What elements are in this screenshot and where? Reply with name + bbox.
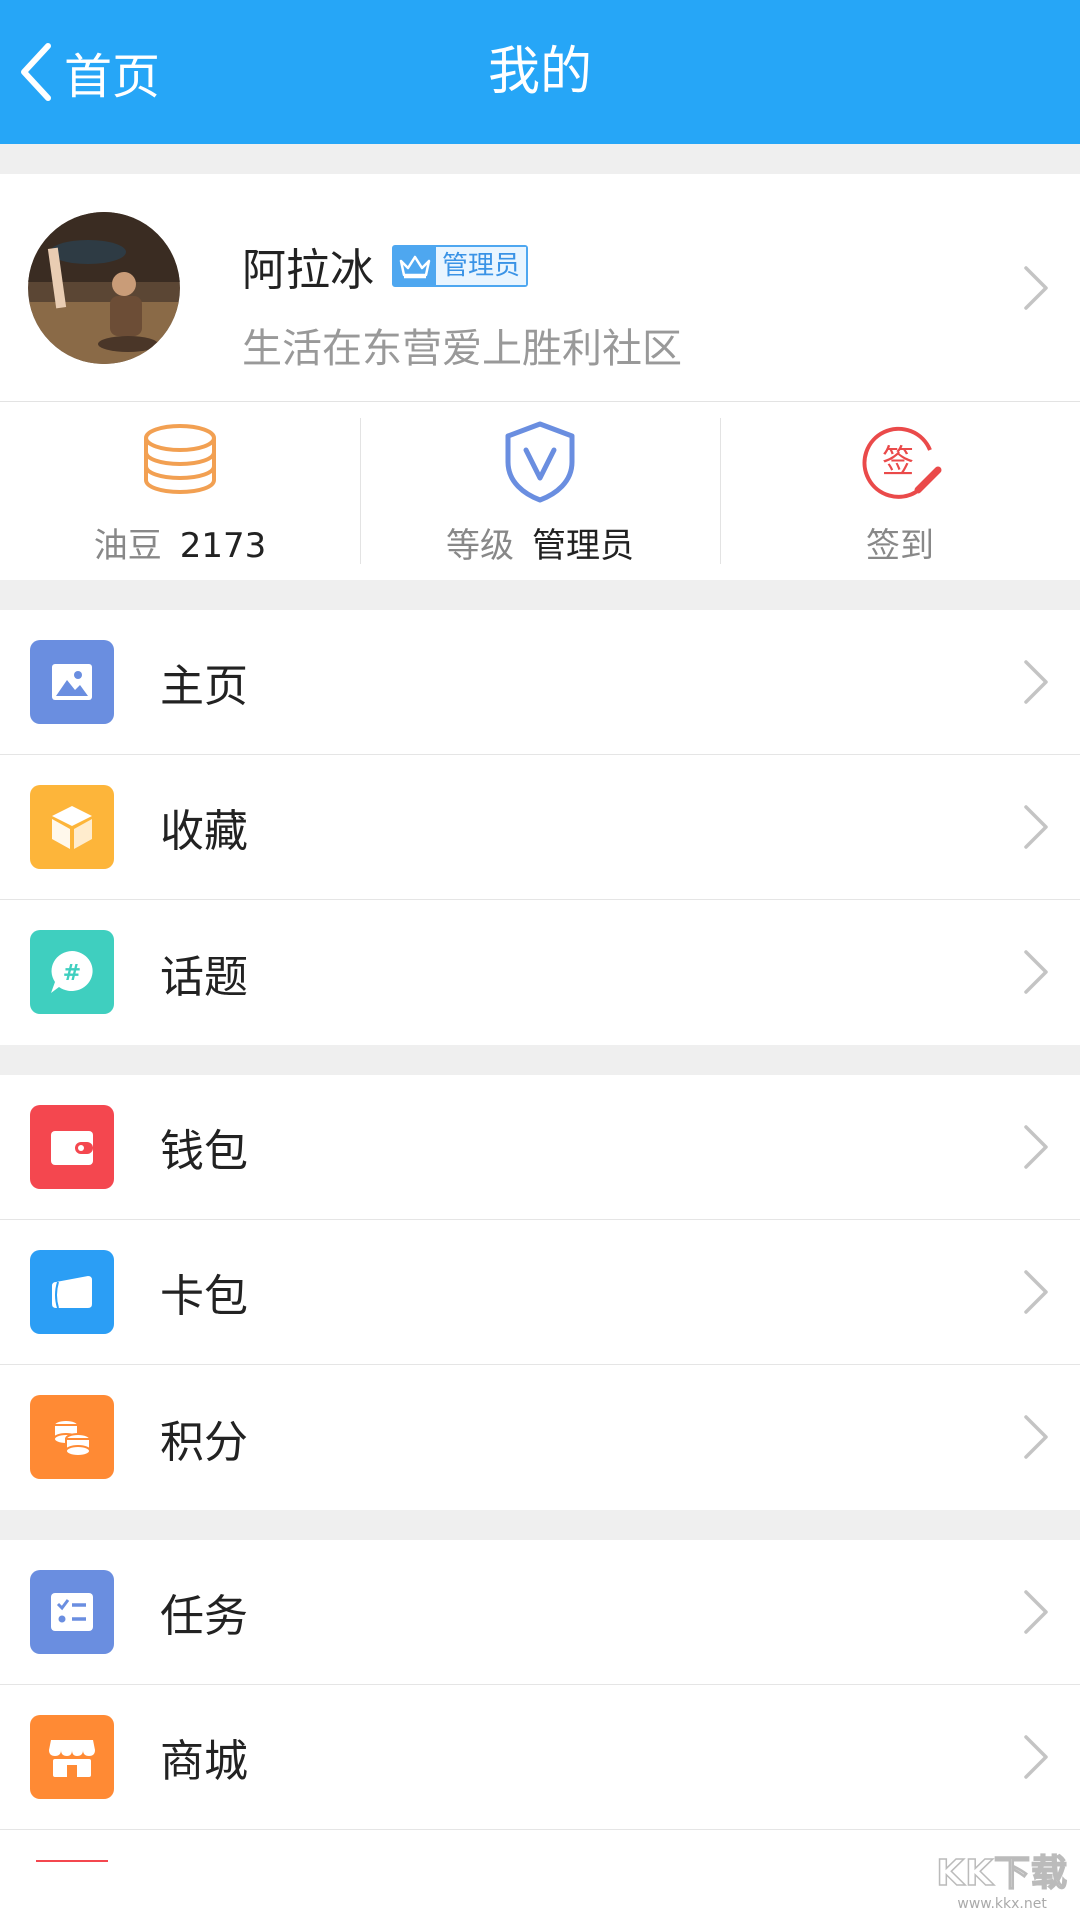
watermark-logo: KK下载 xyxy=(935,1852,1068,1895)
svg-text:#: # xyxy=(63,961,81,986)
avatar[interactable] xyxy=(28,212,180,364)
chevron-right-icon xyxy=(1024,266,1048,310)
menu-item-points[interactable]: 积分 xyxy=(0,1365,1080,1510)
menu-label: 收藏 xyxy=(160,806,248,857)
page-title: 我的 xyxy=(487,42,592,102)
stat-oil-beans[interactable]: 油豆 2173 xyxy=(0,402,360,580)
chevron-right-icon xyxy=(1024,1590,1048,1634)
chevron-right-icon xyxy=(1024,1125,1048,1169)
chevron-right-icon xyxy=(1024,1270,1048,1314)
menu-label: 积分 xyxy=(160,1416,248,1468)
coins-stack-icon xyxy=(144,424,216,495)
watermark-url: www.kkx.net xyxy=(957,1896,1047,1912)
profile-card[interactable]: 阿拉冰 管理员 生活在东营爱上胜利社区 xyxy=(0,174,1080,402)
level-value: 管理员 xyxy=(532,526,634,566)
crown-icon xyxy=(394,247,436,285)
menu-item-tasks[interactable]: 任务 xyxy=(0,1540,1080,1685)
stat-level-text: 等级 管理员 xyxy=(446,526,634,566)
oil-beans-value: 2173 xyxy=(179,526,267,566)
sign-in-label: 签到 xyxy=(866,526,934,566)
menu-label: 主页 xyxy=(160,661,248,712)
menu-item-store[interactable]: 商城 xyxy=(0,1685,1080,1830)
chevron-right-icon xyxy=(1024,1415,1048,1459)
checklist-icon xyxy=(30,1570,114,1654)
menu-item-card-holder[interactable]: 卡包 xyxy=(0,1220,1080,1365)
sign-in-stamp-icon: 签 xyxy=(862,426,942,499)
user-signature: 生活在东营爱上胜利社区 xyxy=(242,326,682,372)
top-bar: 首页 我的 xyxy=(0,0,1080,144)
stat-oil-beans-text: 油豆 2173 xyxy=(93,526,267,566)
menu-group-1: 主页 收藏 # 话题 xyxy=(0,610,1080,1045)
stat-level[interactable]: 等级 管理员 xyxy=(360,402,720,580)
menu-label: 卡包 xyxy=(160,1271,248,1322)
menu-group-3: 任务 商城 xyxy=(0,1540,1080,1920)
chevron-right-icon xyxy=(1024,660,1048,704)
menu-label: 钱包 xyxy=(160,1126,248,1177)
partial-next-item-icon xyxy=(36,1860,108,1862)
chevron-right-icon xyxy=(1024,1735,1048,1779)
card-icon xyxy=(30,1250,114,1334)
menu-label: 任务 xyxy=(160,1591,248,1642)
name-row: 阿拉冰 管理员 xyxy=(242,236,529,296)
svg-text:签: 签 xyxy=(882,442,914,480)
store-icon xyxy=(30,1715,114,1799)
user-name: 阿拉冰 xyxy=(242,245,374,296)
menu-item-topics[interactable]: # 话题 xyxy=(0,900,1080,1045)
box-icon xyxy=(30,785,114,869)
chevron-right-icon xyxy=(1024,805,1048,849)
menu-label: 商城 xyxy=(160,1736,248,1787)
menu-label: 话题 xyxy=(160,951,248,1003)
wallet-icon xyxy=(30,1105,114,1189)
image-icon xyxy=(30,640,114,724)
watermark: KK下载 www.kkx.net xyxy=(935,1844,1068,1912)
menu-item-homepage[interactable]: 主页 xyxy=(0,610,1080,755)
admin-badge-label: 管理员 xyxy=(436,247,527,285)
hashtag-chat-icon: # xyxy=(30,930,114,1014)
shield-v-icon xyxy=(505,421,575,503)
menu-item-wallet[interactable]: 钱包 xyxy=(0,1075,1080,1220)
menu-group-2: 钱包 卡包 积分 xyxy=(0,1075,1080,1510)
stat-sign-in[interactable]: 签 签到 xyxy=(720,402,1080,580)
menu-item-favorites[interactable]: 收藏 xyxy=(0,755,1080,900)
admin-badge: 管理员 xyxy=(392,245,529,287)
stats-row: 油豆 2173 等级 管理员 签 签到 xyxy=(0,402,1080,580)
coins-icon xyxy=(30,1395,114,1479)
chevron-right-icon xyxy=(1024,950,1048,994)
